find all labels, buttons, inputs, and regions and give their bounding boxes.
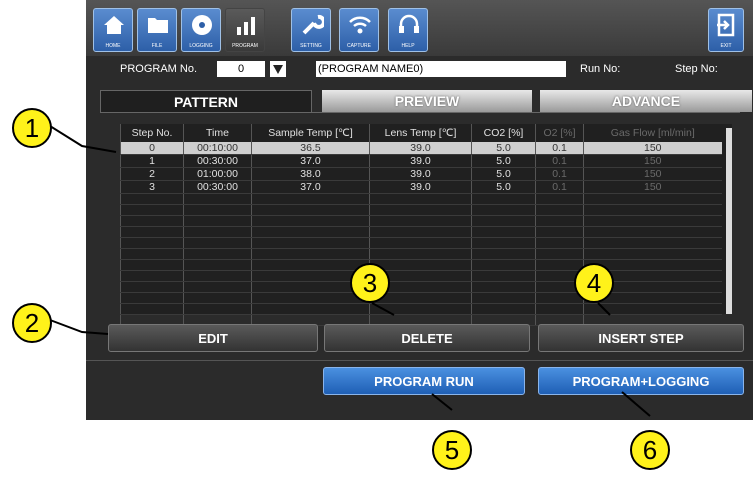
- callout-line-2: [49, 319, 109, 335]
- callout-line-1: [49, 125, 117, 153]
- callout-5: 5: [432, 430, 472, 470]
- callout-lines: [49, 125, 651, 417]
- callout-line-4: [597, 302, 611, 316]
- callout-6: 6: [630, 430, 670, 470]
- callout-1: 1: [12, 108, 52, 148]
- callout-4: 4: [574, 263, 614, 303]
- callout-3: 3: [350, 263, 390, 303]
- callout-line-3: [371, 302, 395, 316]
- callout-line-6: [621, 391, 651, 417]
- callout-2: 2: [12, 303, 52, 343]
- callout-line-5: [431, 393, 453, 411]
